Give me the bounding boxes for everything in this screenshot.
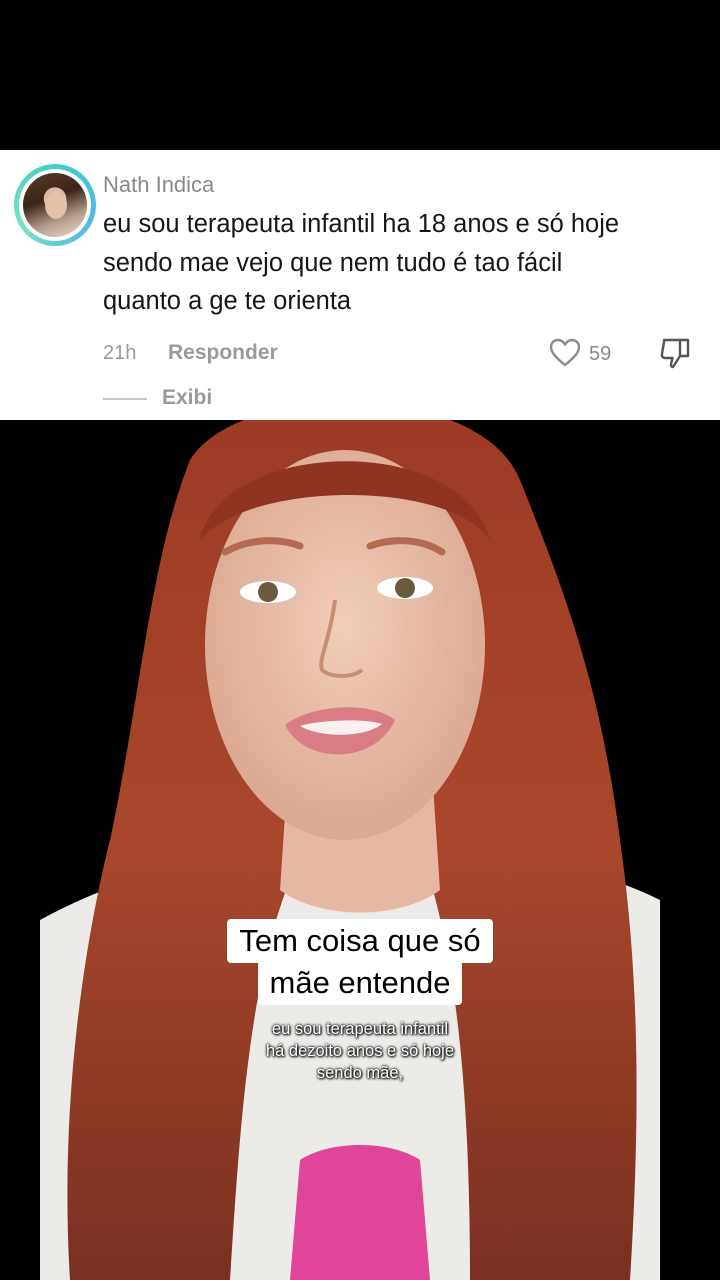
subtitle-line: eu sou terapeuta infantil	[271, 1020, 449, 1038]
avatar[interactable]	[14, 164, 96, 246]
comment-text-line: quanto a ge te orienta	[103, 287, 352, 315]
comment-time: 21h	[103, 342, 137, 364]
comment-text: eu sou terapeuta infantil ha 18 anos e s…	[103, 205, 703, 321]
reply-button[interactable]: Responder	[168, 341, 278, 365]
comment-author[interactable]: Nath Indica	[103, 172, 214, 198]
avatar-photo	[23, 173, 87, 237]
subtitle-line: há dezoito anos e só hoje	[265, 1042, 455, 1060]
caption-line: Tem coisa que só	[227, 919, 493, 963]
subtitle-line: sendo mãe,	[316, 1064, 404, 1082]
thumbs-down-icon[interactable]	[658, 336, 692, 370]
view-replies-button[interactable]: Exibi	[162, 386, 212, 410]
comment-card: Nath Indica eu sou terapeuta infantil ha…	[0, 150, 720, 420]
like-count: 59	[589, 343, 612, 365]
heart-outline-icon[interactable]	[549, 338, 581, 368]
video-subtitle: eu sou terapeuta infantil há dezoito ano…	[0, 1018, 720, 1084]
video-caption: Tem coisa que só mãe entende	[0, 919, 720, 1005]
caption-line: mãe entende	[257, 961, 463, 1005]
presenter-image	[40, 420, 660, 1280]
comment-text-line: sendo mae vejo que nem tudo é tao fácil	[103, 248, 563, 277]
view-replies-divider	[103, 398, 147, 400]
comment-text-line: eu sou terapeuta infantil ha 18 anos e s…	[103, 210, 620, 238]
top-black-band	[0, 0, 720, 150]
comment-meta-row: 21h Responder 59	[103, 338, 703, 372]
video-player[interactable]	[0, 420, 720, 1280]
